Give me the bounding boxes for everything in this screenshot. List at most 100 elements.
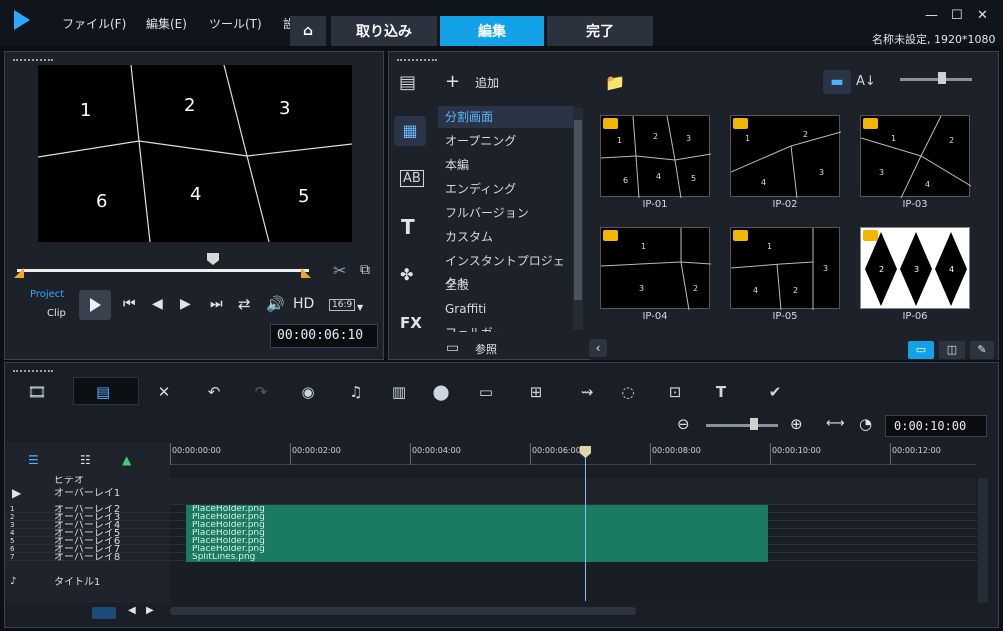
instant-project-icon[interactable]: ▦	[394, 116, 426, 146]
undo-icon[interactable]: ↶	[202, 380, 226, 404]
collapse-panel-button[interactable]: ‹	[589, 339, 607, 357]
view-list-button[interactable]: ▬	[823, 70, 851, 94]
category-item-main[interactable]: 本編	[438, 154, 574, 176]
thumb-size-slider-thumb[interactable]	[938, 72, 946, 84]
tab-edit[interactable]: 編集	[440, 16, 544, 46]
sort-icon[interactable]: A↓	[856, 74, 876, 89]
folder-add-icon[interactable]: 📁	[605, 73, 625, 92]
playhead[interactable]	[585, 446, 586, 601]
menu-tools[interactable]: ツール(T)	[209, 15, 262, 32]
auto-music-icon[interactable]: ▥	[387, 380, 411, 404]
thumbnail-ip-01[interactable]: 1 2 3 6 4 5 IP-01	[590, 103, 718, 213]
thumbnail-ip-04[interactable]: 1 3 2 IP-04	[590, 215, 718, 325]
hd-toggle[interactable]: HD	[293, 296, 314, 312]
thumbnail-ip-05[interactable]: 1 3 4 2 IP-05	[720, 215, 848, 325]
time-remapping-icon[interactable]: ⇝	[575, 380, 599, 404]
next-frame-icon[interactable]: ▶	[180, 296, 191, 312]
timeline-vscroll[interactable]	[978, 478, 988, 603]
category-item-ending[interactable]: エンディング	[438, 178, 574, 200]
tools-icon[interactable]: ✕	[152, 380, 176, 404]
timeline-hscroll[interactable]	[170, 607, 636, 615]
menu-file[interactable]: ファイル(F)	[62, 15, 126, 32]
copy-icon[interactable]: ⧉	[360, 262, 370, 278]
scroll-left-icon[interactable]: ◀	[128, 605, 136, 616]
tab-share[interactable]: 完了	[547, 16, 653, 46]
fit-project-icon[interactable]: ⟷	[826, 416, 845, 431]
scrubber-thumb[interactable]	[207, 253, 219, 265]
scrollbar-thumb[interactable]	[574, 120, 582, 300]
mode-clip[interactable]: Clip	[47, 308, 66, 319]
redo-icon[interactable]: ↷	[249, 380, 273, 404]
repeat-icon[interactable]: ⇄	[238, 295, 251, 313]
add-icon[interactable]: +	[445, 71, 460, 92]
title-text-icon[interactable]: AB	[400, 170, 424, 187]
track-label-video: ビデオ	[54, 476, 84, 484]
motion-tracking-icon[interactable]: ⬤	[429, 380, 453, 404]
zoom-in-icon[interactable]: ⊕	[790, 415, 803, 433]
thumbnail-ip-02[interactable]: 1 2 3 4 IP-02	[720, 103, 848, 213]
scroll-right-icon[interactable]: ▶	[146, 605, 154, 616]
category-scrollbar[interactable]	[573, 108, 583, 330]
ripple-edit-icon[interactable]: ▲	[122, 453, 131, 467]
add-button[interactable]: 追加	[475, 74, 499, 91]
scrubber-track[interactable]	[17, 269, 309, 272]
category-item-custom[interactable]: カスタム	[438, 226, 574, 248]
tab-capture[interactable]: 取り込み	[331, 16, 437, 46]
mask-creator-icon[interactable]: ◌	[616, 380, 640, 404]
clock-icon[interactable]: ◔	[859, 415, 872, 433]
graphics-icon[interactable]: ✤	[400, 265, 413, 284]
zoom-slider[interactable]	[706, 424, 778, 427]
thumbnail-ip-03[interactable]: 1 2 3 4 IP-03	[850, 103, 978, 213]
title-3d-icon[interactable]: T	[709, 380, 733, 404]
category-item-full-version[interactable]: フルバージョン	[438, 202, 574, 224]
minimize-icon[interactable]: —	[925, 8, 938, 23]
category-item-graffiti[interactable]: Graffiti	[438, 298, 574, 320]
menu-edit[interactable]: 編集(E)	[146, 15, 187, 32]
category-item-general[interactable]: 全般	[438, 274, 574, 296]
category-item-opening[interactable]: オープニング	[438, 130, 574, 152]
prev-frame-icon[interactable]: ◀	[152, 296, 163, 312]
goto-start-icon[interactable]: ⏮	[123, 296, 136, 312]
pan-zoom-icon[interactable]: ⊡	[663, 380, 687, 404]
timeline-clip[interactable]: SplitLines.png	[186, 553, 768, 562]
panel-grip	[13, 59, 53, 62]
timecode-display[interactable]: 00:00:06:10	[270, 324, 378, 348]
goto-end-icon[interactable]: ⏭	[210, 296, 223, 312]
category-item-folder[interactable]: フェルガー	[438, 322, 574, 332]
browse-icon[interactable]: ▭	[446, 340, 459, 356]
ruler-tick	[890, 443, 891, 465]
play-button[interactable]	[79, 290, 111, 320]
category-item-split-screen[interactable]: 分割画面	[438, 106, 574, 128]
multi-camera-icon[interactable]: ⊞	[524, 380, 548, 404]
thumb-size-slider[interactable]	[900, 78, 972, 81]
add-track-icon[interactable]: ☷	[80, 453, 91, 467]
scissors-icon[interactable]: ✂	[333, 261, 346, 280]
zoom-slider-thumb[interactable]	[750, 418, 758, 430]
media-library-icon[interactable]: ▤	[399, 72, 416, 93]
edit-button[interactable]: ✎	[970, 341, 994, 359]
browse-button[interactable]: 参照	[475, 341, 497, 357]
record-capture-icon[interactable]: ◉	[296, 380, 320, 404]
track-manager-icon[interactable]: ☰	[28, 453, 39, 467]
timeline-view-button[interactable]: ▤	[73, 377, 139, 405]
text-tool-icon[interactable]: T	[401, 215, 415, 239]
thumbnail-ip-06[interactable]: 2 3 4 IP-06	[850, 215, 978, 325]
sound-mixer-icon[interactable]: ♫	[344, 380, 368, 404]
close-icon[interactable]: ✕	[977, 8, 988, 23]
maximize-icon[interactable]: ☐	[951, 8, 963, 23]
mode-project[interactable]: Project	[30, 289, 64, 300]
project-duration-text: 0:00:10:00	[894, 419, 967, 433]
track-zoom-button[interactable]	[92, 607, 116, 619]
view-mode-split-button[interactable]: ◫	[939, 341, 965, 359]
tab-home[interactable]: ⌂	[290, 16, 326, 46]
batch-convert-icon[interactable]: ✔	[763, 380, 787, 404]
aspect-ratio-button[interactable]: 16:9	[329, 299, 356, 311]
view-mode-thumb-button[interactable]: ▭	[908, 341, 934, 359]
subtitle-editor-icon[interactable]: ▭	[474, 380, 498, 404]
volume-icon[interactable]: 🔊	[266, 295, 285, 313]
zoom-out-icon[interactable]: ⊖	[677, 415, 690, 433]
category-item-instant-project[interactable]: インスタントプロジェクト	[438, 250, 574, 290]
fx-icon[interactable]: FX	[400, 314, 422, 332]
chevron-down-icon[interactable]: ▼	[357, 303, 363, 312]
storyboard-view-icon[interactable]: 🎞	[25, 380, 49, 404]
